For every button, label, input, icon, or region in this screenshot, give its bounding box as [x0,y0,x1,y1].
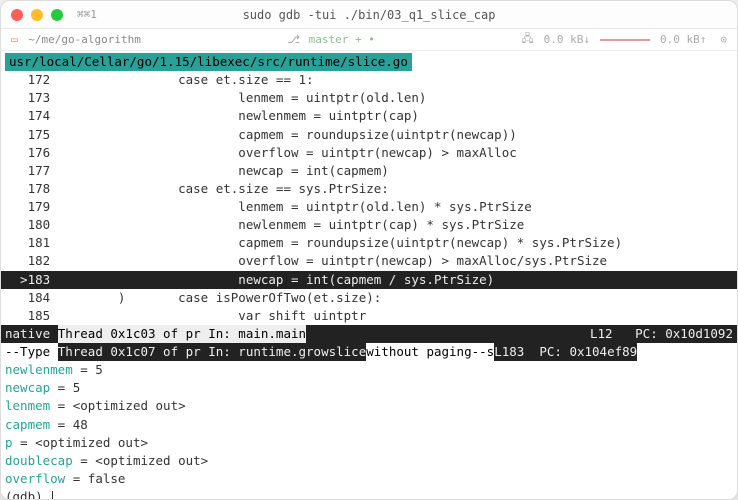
source-line: 174 newlenmem = uintptr(cap) [1,107,737,125]
type-mid: without paging--s [366,343,494,361]
local-var: doublecap = <optimized out> [1,452,737,470]
maximize-icon[interactable] [51,9,63,21]
thread-bar-native: native Thread 0x1c03 of pr In: main.main… [1,325,737,343]
terminal-window: ⌘⌘1 sudo gdb -tui ./bin/03_q1_slice_cap … [0,0,738,500]
thread-native-prefix: native [5,325,58,343]
close-icon[interactable] [11,9,23,21]
net-icon: 🖧 [521,30,533,49]
var-value: = <optimized out> [73,453,208,468]
local-var: overflow = false [1,470,737,488]
net-down: 0.0 kB↓ [544,33,590,46]
shortcut-label: ⌘⌘1 [77,8,97,21]
titlebar: ⌘⌘1 sudo gdb -tui ./bin/03_q1_slice_cap [1,1,737,29]
var-name: capmem [5,417,50,432]
source-line: 179 lenmem = uintptr(old.len) * sys.PtrS… [1,198,737,216]
local-var: newlenmem = 5 [1,361,737,379]
thread-bar-type: --Type Thread 0x1c07 of pr In: runtime.g… [1,343,737,361]
var-value: = false [65,471,125,486]
source-line: 176 overflow = uintptr(newcap) > maxAllo… [1,144,737,162]
source-line: 184 ) case isPowerOfTwo(et.size): [1,289,737,307]
source-line: 173 lenmem = uintptr(old.len) [1,89,737,107]
local-var: capmem = 48 [1,416,737,434]
gdb-prompt[interactable]: (gdb) [1,488,737,499]
source-path-header: usr/local/Cellar/go/1.15/libexec/src/run… [5,53,412,71]
thread-native-hl: Thread 0x1c03 of pr In: main.main [58,325,306,343]
source-line: 182 overflow = uintptr(newcap) > maxAllo… [1,252,737,270]
var-value: = <optimized out> [13,435,148,450]
source-line: 185 var shift uintptr [1,307,737,325]
net-up: 0.0 kB↑ [660,33,706,46]
local-var: newcap = 5 [1,379,737,397]
status-bar: ▭ ~/me/go-algorithm ⎇ master + • 🖧 0.0 k… [1,29,737,51]
type-hl1: Thread 0x1c07 of pr In: runtime.growslic… [58,343,367,361]
settings-icon[interactable]: ⊙ [720,33,727,46]
folder-path[interactable]: ▭ ~/me/go-algorithm [11,33,141,46]
locals-pane: newlenmem = 5newcap = 5lenmem = <optimiz… [1,361,737,488]
type-right: L183 PC: 0x104ef89 [494,343,637,361]
net-graph [600,39,650,41]
var-value: = <optimized out> [50,398,185,413]
source-line: 172 case et.size == 1: [1,71,737,89]
terminal-body[interactable]: usr/local/Cellar/go/1.15/libexec/src/run… [1,51,737,499]
var-name: lenmem [5,398,50,413]
traffic-lights [11,9,63,21]
source-line: 181 capmem = roundupsize(uintptr(newcap)… [1,234,737,252]
thread-native-right: L12 PC: 0x10d1092 [590,325,733,343]
minimize-icon[interactable] [31,9,43,21]
var-name: newlenmem [5,362,73,377]
var-name: overflow [5,471,65,486]
local-var: lenmem = <optimized out> [1,397,737,415]
branch-icon: ⎇ [287,33,300,46]
var-value: = 5 [50,380,80,395]
var-name: doublecap [5,453,73,468]
git-branch[interactable]: ⎇ master + • [287,33,375,46]
var-name: p [5,435,13,450]
local-var: p = <optimized out> [1,434,737,452]
source-line: 178 case et.size == sys.PtrSize: [1,180,737,198]
cursor-icon [52,491,53,500]
type-prefix: --Type [5,343,58,361]
folder-icon: ▭ [11,33,18,46]
window-title: sudo gdb -tui ./bin/03_q1_slice_cap [243,8,496,22]
source-line: 177 newcap = int(capmem) [1,162,737,180]
source-pane: 172 case et.size == 1: 173 lenmem = uint… [1,71,737,325]
source-line: >183 newcap = int(capmem / sys.PtrSize) [1,271,737,289]
network-stats: 🖧 0.0 kB↓ 0.0 kB↑ [521,30,706,49]
var-value: = 48 [50,417,88,432]
source-line: 180 newlenmem = uintptr(cap) * sys.PtrSi… [1,216,737,234]
source-line: 175 capmem = roundupsize(uintptr(newcap)… [1,126,737,144]
var-name: newcap [5,380,50,395]
var-value: = 5 [73,362,103,377]
